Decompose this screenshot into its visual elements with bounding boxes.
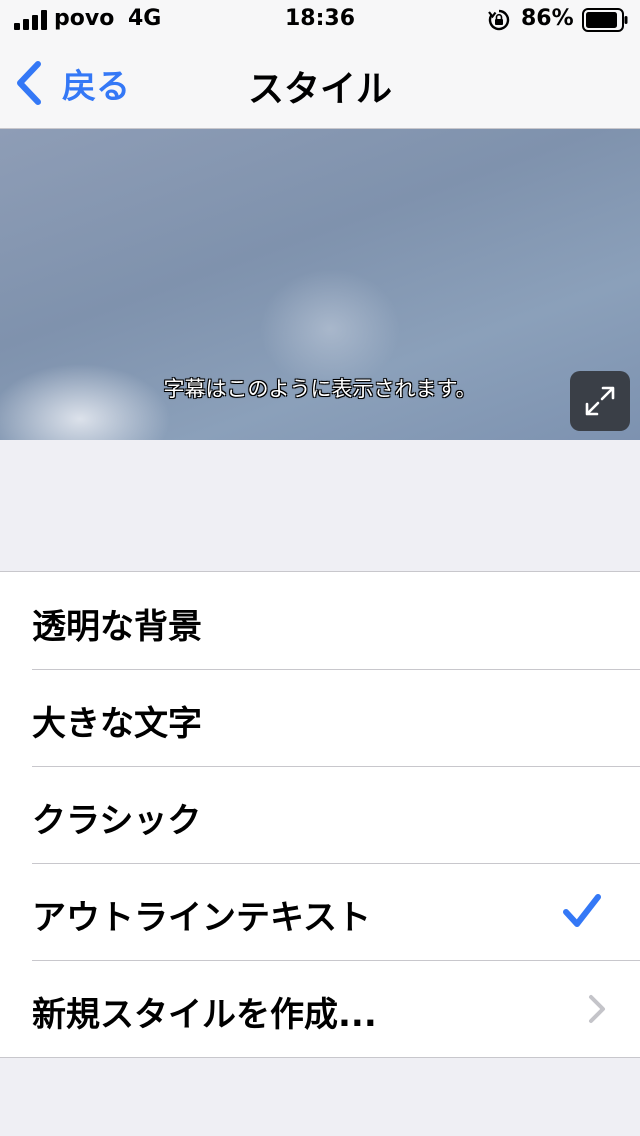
style-label: クラシック (32, 801, 202, 841)
navigation-bar: 戻る スタイル (0, 40, 640, 129)
preview-caption: 字幕はこのように表示されます。 (163, 377, 477, 401)
chevron-right-icon (589, 995, 605, 1023)
style-label: 透明な背景 (32, 607, 202, 647)
battery-percentage: 86% (521, 6, 574, 31)
style-row-transparent-background[interactable]: 透明な背景 (0, 572, 640, 669)
status-bar: povo 4G 18:36 86% (0, 0, 640, 40)
style-list: 透明な背景 大きな文字 クラシック アウトラインテキスト 新規スタイルを作成..… (0, 571, 640, 1058)
style-label: アウトラインテキスト (32, 898, 371, 938)
page-title: スタイル (247, 69, 392, 110)
style-row-large-text[interactable]: 大きな文字 (0, 669, 640, 766)
expand-button[interactable] (570, 371, 630, 431)
style-row-outline-text[interactable]: アウトラインテキスト (0, 863, 640, 960)
style-label: 新規スタイルを作成... (32, 995, 377, 1035)
subtitle-preview: 字幕はこのように表示されます。 (0, 129, 640, 440)
style-row-create-new[interactable]: 新規スタイルを作成... (0, 960, 640, 1057)
style-label: 大きな文字 (32, 704, 202, 744)
battery-icon (582, 8, 628, 32)
style-row-classic[interactable]: クラシック (0, 766, 640, 863)
checkmark-icon (563, 894, 601, 927)
expand-icon (585, 386, 615, 416)
rotation-lock-icon (488, 9, 510, 31)
